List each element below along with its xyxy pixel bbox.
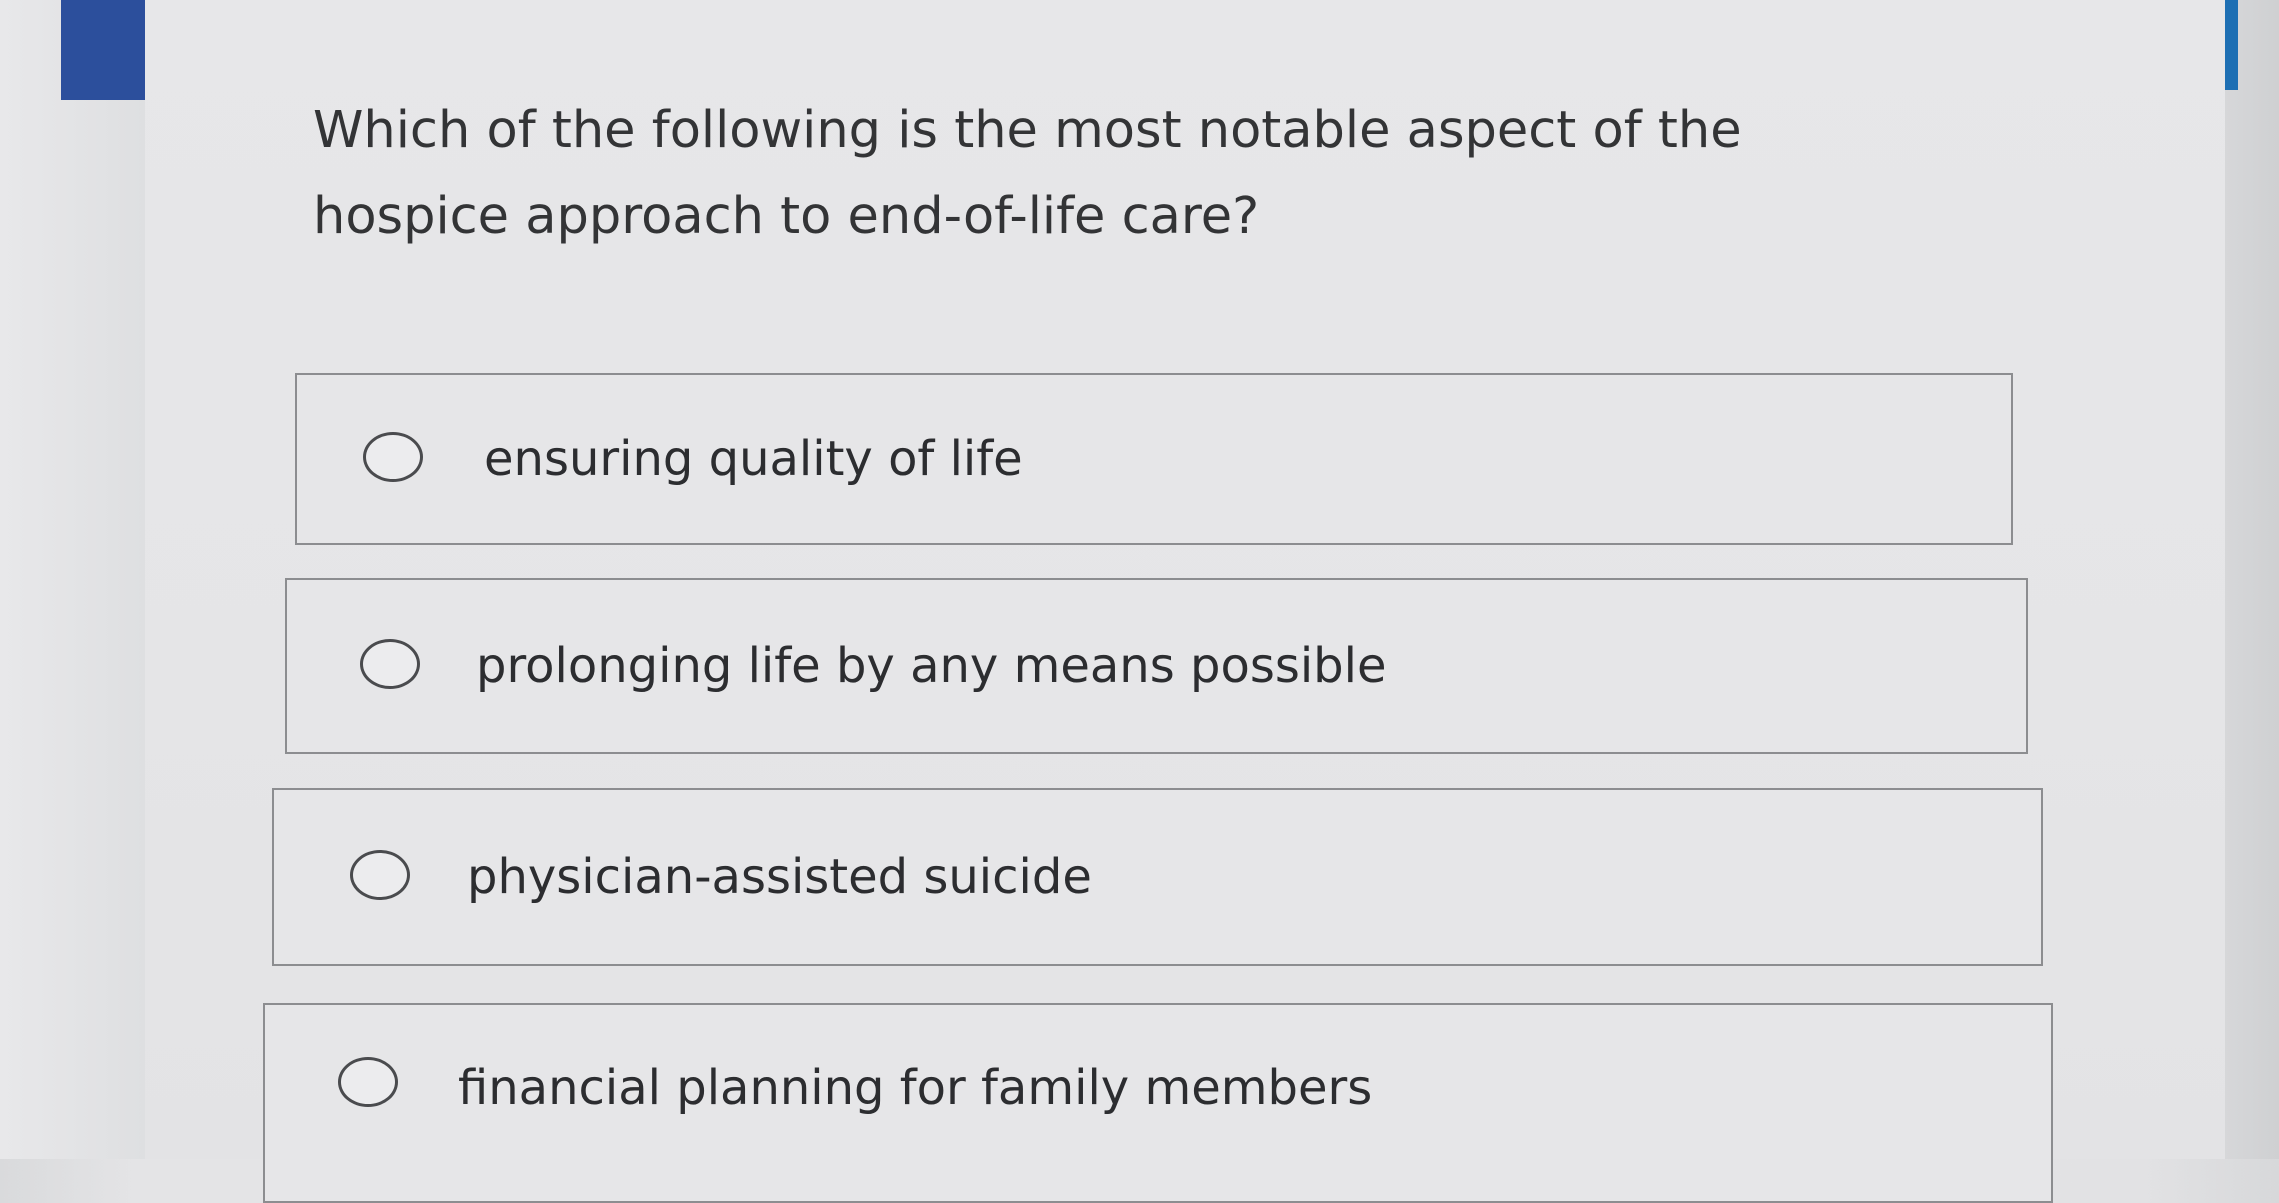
answer-option-2[interactable]: prolonging life by any means possible	[285, 578, 2028, 754]
radio-button-icon[interactable]	[360, 639, 420, 689]
answer-option-label: prolonging life by any means possible	[476, 638, 1387, 694]
answer-option-1[interactable]: ensuring quality of life	[295, 373, 2013, 545]
answer-option-4[interactable]: financial planning for family members	[263, 1003, 2053, 1203]
right-margin	[2225, 0, 2279, 1159]
answer-option-label: physician-assisted suicide	[467, 849, 1092, 905]
radio-button-icon[interactable]	[350, 850, 410, 900]
radio-button-icon[interactable]	[338, 1057, 398, 1107]
radio-button-icon[interactable]	[363, 432, 423, 482]
left-accent-block	[61, 0, 145, 100]
answer-option-label: ensuring quality of life	[484, 431, 1023, 487]
question-text: Which of the following is the most notab…	[313, 101, 1742, 246]
answer-option-3[interactable]: physician-assisted suicide	[272, 788, 2043, 966]
left-margin	[0, 0, 145, 1159]
answer-option-label: financial planning for family members	[458, 1060, 1373, 1116]
